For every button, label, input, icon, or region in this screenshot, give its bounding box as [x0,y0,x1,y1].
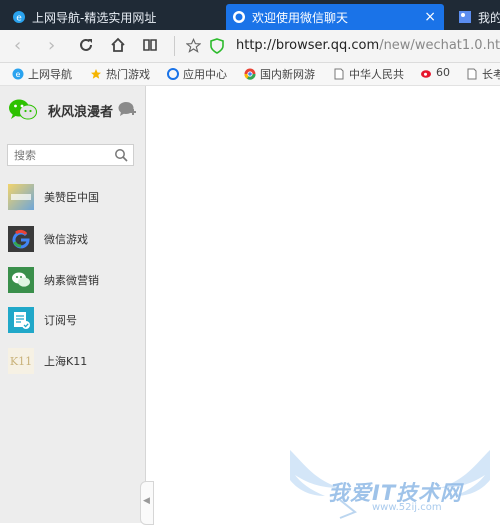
tab-wechat[interactable]: 欢迎使用微信聊天 × [226,4,444,30]
divider [174,36,175,56]
tab-label: 欢迎使用微信聊天 [252,10,349,25]
k11-avatar-text: K11 [9,354,33,368]
contact-name: 微信游戏 [44,233,88,246]
contact-name: 上海K11 [44,355,88,368]
reload-icon[interactable] [78,37,94,53]
contact-item[interactable]: 订阅号 [0,300,145,340]
add-chat-icon[interactable] [118,100,138,118]
tab-navigation[interactable]: e 上网导航-精选实用网址 [6,4,220,30]
wechat-green-avatar [8,267,34,293]
bookmark-item[interactable]: 国内新网游 [244,66,315,82]
user-name: 秋风浪漫者 [48,104,114,120]
shield-icon[interactable] [210,38,224,54]
bookmark-label: 国内新网游 [260,68,315,81]
bookmarks-bar: e 上网导航 热门游戏 应用中心 国内新网游 中华人民共 60 长考 [0,63,500,86]
forward-icon[interactable]: › [48,36,55,56]
meizanchen-avatar [8,184,34,210]
wechat-sidebar: 秋风浪漫者 美赞臣中国 微信游戏 纳素微营销 订阅号 K11 上海K11 ◀ [0,86,154,525]
search-input[interactable] [8,145,110,165]
star-icon [91,69,101,79]
weibo-icon [421,69,431,78]
chevron-left-icon: ◀ [143,496,150,506]
bookmark-label: 应用中心 [183,68,227,81]
bookmark-label: 上网导航 [28,68,72,81]
reader-icon[interactable] [142,37,158,53]
address-bar: ‹ › http://browser.qq.com/new/wechat1.0.… [0,30,500,63]
ie-logo-icon: e [12,68,24,80]
bookmark-label: 中华人民共 [349,68,404,81]
user-profile[interactable]: 秋风浪漫者 [8,98,113,122]
k11-avatar: K11 [8,348,34,374]
collapse-sidebar-handle[interactable]: ◀ [140,481,154,525]
url-host: http://browser.qq.com [236,38,380,53]
contact-item[interactable]: 美赞臣中国 [0,177,145,217]
home-icon[interactable] [110,37,126,53]
chrome-icon [244,68,256,80]
photo-icon [459,11,471,23]
contact-item[interactable]: K11 上海K11 [0,341,145,381]
site-watermark: 我爱IT技术网 www.52ij.com [280,440,500,523]
svg-text:e: e [16,70,21,79]
ie-logo-icon: e [13,11,25,24]
close-tab-icon[interactable]: × [424,9,436,25]
contact-item[interactable]: 微信游戏 [0,219,145,259]
bookmark-item[interactable]: 应用中心 [167,66,227,82]
contact-item[interactable]: 纳素微营销 [0,260,145,300]
page-icon [334,68,344,80]
wechat-logo-icon [9,99,37,120]
url-field[interactable]: http://browser.qq.com/new/wechat1.0.html… [236,38,500,53]
tab-label: 我的 [478,10,500,25]
bookmark-item[interactable]: 60 [420,66,450,79]
contact-name: 美赞臣中国 [44,191,99,204]
search-box[interactable] [7,144,134,166]
tab-other[interactable]: 我的 [452,4,500,30]
svg-text:e: e [16,14,22,24]
page-icon [467,68,477,80]
url-path: /new/wechat1.0.html? [379,38,500,53]
bookmark-item[interactable]: e 上网导航 [12,66,72,82]
contact-name: 纳素微营销 [44,274,99,287]
watermark-url: www.52ij.com [372,502,442,513]
google-g-avatar [8,226,34,252]
bookmark-item[interactable]: 长考 [466,66,500,82]
tab-label: 上网导航-精选实用网址 [32,10,157,25]
bookmark-label: 长考 [482,68,500,81]
qq-browser-icon [233,11,245,23]
subscription-avatar [8,307,34,333]
bookmark-item[interactable]: 中华人民共 [333,66,404,82]
app-center-icon [167,68,179,80]
bookmark-label: 60 [436,66,450,79]
contact-name: 订阅号 [44,314,77,327]
back-icon[interactable]: ‹ [14,36,21,56]
search-icon[interactable] [114,148,128,162]
star-icon[interactable] [186,38,201,53]
bookmark-item[interactable]: 热门游戏 [90,66,150,82]
browser-tab-strip: e 上网导航-精选实用网址 欢迎使用微信聊天 × 我的 [0,0,500,30]
bookmark-label: 热门游戏 [106,68,150,81]
